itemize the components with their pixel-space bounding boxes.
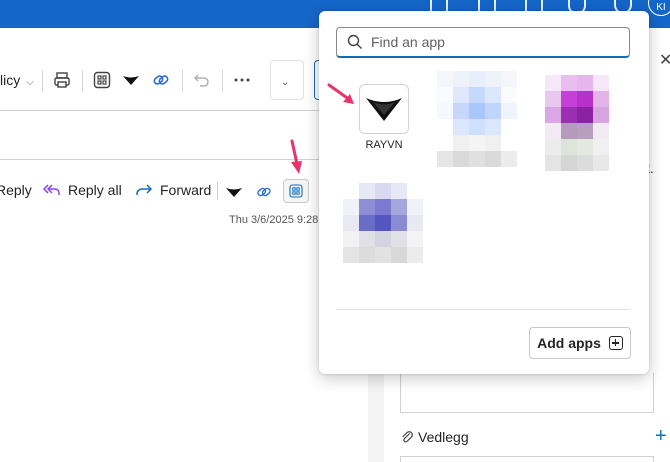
search-icon [347, 34, 362, 49]
blurred-app-tile[interactable] [437, 71, 517, 167]
expand-ribbon-button[interactable]: ⌄ [270, 60, 304, 100]
apps-button[interactable] [283, 179, 309, 203]
avatar[interactable]: KI [648, 0, 670, 16]
message-header-area [0, 110, 368, 160]
ribbon-toolbar: licy ⌵ ⌄ [0, 58, 368, 102]
print-icon[interactable] [52, 70, 72, 90]
app-search-input[interactable] [371, 34, 621, 50]
reply-all-button[interactable]: Reply all [42, 182, 122, 198]
add-apps-label: Add apps [537, 335, 601, 351]
link-icon[interactable] [151, 70, 171, 90]
add-apps-button[interactable]: Add apps [529, 327, 631, 359]
message-timestamp: Thu 3/6/2025 9:28 [229, 214, 319, 226]
toolbar-divider [82, 70, 83, 92]
plus-box-icon [608, 336, 623, 350]
app-picker-popup: RAYVN Add apps [319, 11, 649, 374]
blurred-app-tile[interactable] [343, 183, 423, 263]
attachments-box [400, 456, 654, 462]
forward-button[interactable]: Forward [134, 182, 211, 198]
annotation-arrow-icon [290, 139, 302, 174]
rayvn-logo-icon [366, 98, 402, 121]
blurred-app-tile[interactable] [545, 75, 609, 171]
reply-button[interactable]: Reply [0, 182, 32, 198]
attachments-label: Vedlegg [418, 429, 469, 445]
rayvn-app-label: RAYVN [365, 139, 403, 151]
forward-label: Forward [160, 182, 212, 198]
message-actions: Reply Reply all Forward [0, 176, 368, 204]
add-attachment-icon[interactable]: + [655, 425, 667, 448]
reply-all-label: Reply all [68, 182, 122, 198]
apps-grid-icon[interactable] [92, 70, 112, 90]
undo-icon[interactable] [192, 70, 212, 90]
attachments-header: Vedlegg [400, 429, 469, 445]
reply-all-icon [42, 184, 60, 195]
chevron-down-icon: ⌵ [26, 77, 34, 88]
more-icon[interactable] [232, 70, 252, 90]
side-panel-box [400, 373, 654, 413]
paperclip-icon [402, 431, 413, 443]
close-icon[interactable]: ✕ [659, 50, 670, 70]
rayvn-app-tile[interactable] [359, 84, 409, 134]
annotation-arrow-icon [327, 83, 354, 104]
app-search-box[interactable] [336, 27, 630, 58]
rayvn-logo-icon[interactable] [224, 184, 244, 200]
toolbar-divider [182, 70, 183, 92]
rayvn-logo-icon[interactable] [121, 70, 141, 90]
policy-label: licy [0, 72, 21, 88]
reading-pane: licy ⌵ ⌄ Reply Reply all Forward Thu 3/6… [0, 28, 368, 462]
reply-label: Reply [0, 182, 32, 198]
link-icon[interactable] [254, 183, 274, 201]
forward-icon [136, 184, 153, 195]
toolbar-divider [222, 70, 223, 92]
toolbar-divider [42, 70, 43, 92]
policy-dropdown[interactable]: licy ⌵ [0, 72, 34, 88]
apps-grid-icon [289, 184, 303, 198]
chevron-down-icon: ⌄ [281, 77, 290, 88]
actions-divider [217, 182, 218, 200]
popup-divider [336, 309, 630, 310]
